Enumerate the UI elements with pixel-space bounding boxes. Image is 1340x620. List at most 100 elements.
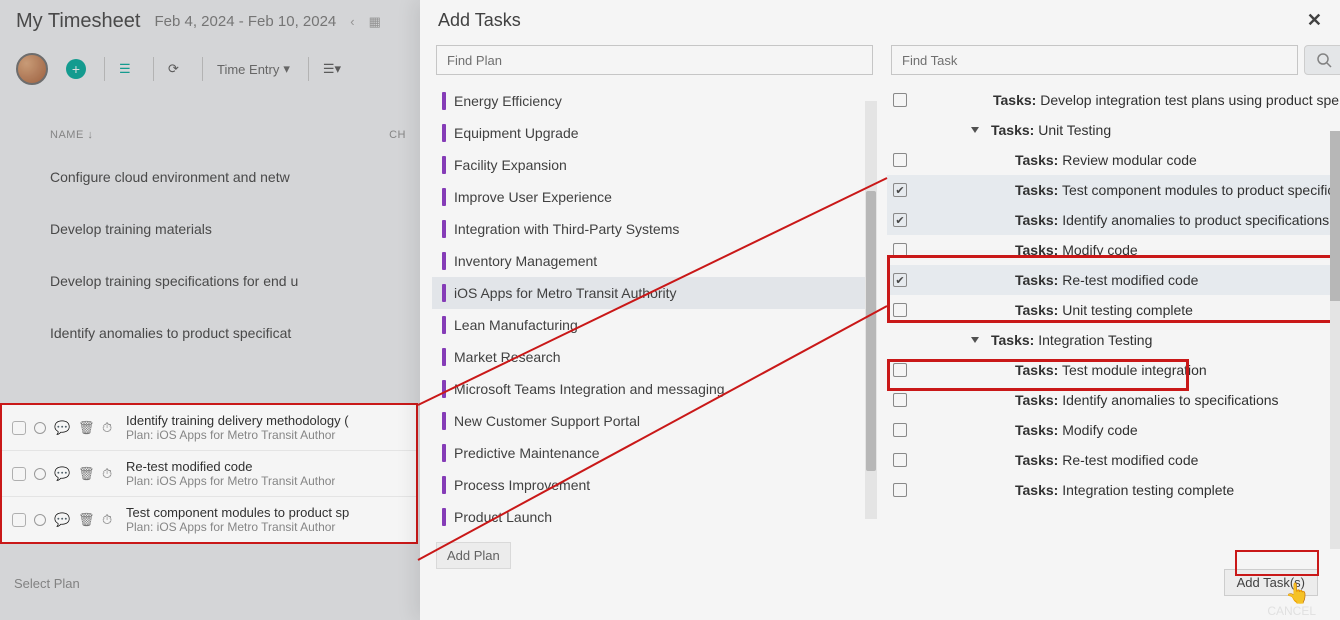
tasks-pane: Tasks: Develop integration test plans us… <box>887 41 1340 569</box>
timesheet-row[interactable]: Develop training specifications for end … <box>14 255 406 307</box>
select-plan-label[interactable]: Select Plan <box>14 576 80 591</box>
task-row[interactable]: Tasks: Unit Testing <box>887 115 1340 145</box>
caret-down-icon[interactable] <box>971 127 979 133</box>
task-checkbox[interactable] <box>893 273 907 287</box>
scrollbar[interactable] <box>865 101 877 519</box>
plan-item[interactable]: New Customer Support Portal <box>432 405 877 437</box>
plan-color-bar <box>442 92 446 110</box>
plan-item[interactable]: Lean Manufacturing <box>432 309 877 341</box>
task-label: Tasks: Test component modules to product… <box>1015 182 1340 198</box>
date-range: Feb 4, 2024 - Feb 10, 2024 <box>154 13 336 30</box>
search-button[interactable] <box>1304 45 1340 75</box>
plan-item[interactable]: Equipment Upgrade <box>432 117 877 149</box>
task-row[interactable]: Tasks: Re-test modified code <box>887 445 1340 475</box>
caret-down-icon[interactable] <box>971 337 979 343</box>
task-checkbox[interactable] <box>893 363 907 377</box>
task-row[interactable]: Tasks: Unit testing complete <box>887 295 1340 325</box>
refresh-icon[interactable]: ⟳ <box>168 61 184 77</box>
add-button[interactable]: + <box>66 59 86 79</box>
inserted-task-row[interactable]: 💬 🗑 ⏱ Re-test modified code Plan: iOS Ap… <box>2 450 416 496</box>
timer-icon[interactable]: ⏱ <box>102 420 118 436</box>
task-checkbox[interactable] <box>893 243 907 257</box>
plan-item[interactable]: Product Launch <box>432 501 877 533</box>
delete-icon[interactable]: 🗑 <box>78 512 94 528</box>
task-label: Tasks: Unit Testing <box>991 122 1111 138</box>
plan-label: Market Research <box>454 349 561 365</box>
timesheet-row[interactable]: Configure cloud environment and netw <box>14 151 406 203</box>
inserted-task-row[interactable]: 💬 🗑 ⏱ Identify training delivery methodo… <box>2 405 416 450</box>
plan-item[interactable]: Predictive Maintenance <box>432 437 877 469</box>
calendar-icon[interactable]: ▦ <box>369 14 381 30</box>
plan-color-bar <box>442 348 446 366</box>
find-plan-input[interactable] <box>436 45 873 75</box>
find-task-input[interactable] <box>891 45 1298 75</box>
time-entry-dropdown[interactable]: Time Entry ▾ <box>217 61 290 77</box>
task-checkbox[interactable] <box>893 483 907 497</box>
task-label: Tasks: Identify anomalies to product spe… <box>1015 212 1329 228</box>
task-row[interactable]: Tasks: Integration Testing <box>887 325 1340 355</box>
task-row[interactable]: Tasks: Integration testing complete <box>887 475 1340 505</box>
task-checkbox[interactable] <box>893 303 907 317</box>
comment-icon[interactable]: 💬 <box>54 466 70 482</box>
inserted-task-row[interactable]: 💬 🗑 ⏱ Test component modules to product … <box>2 496 416 542</box>
plan-item[interactable]: Microsoft Teams Integration and messagin… <box>432 373 877 405</box>
task-plan: Plan: iOS Apps for Metro Transit Author <box>126 428 349 442</box>
task-checkbox[interactable] <box>893 153 907 167</box>
task-checkbox[interactable] <box>893 423 907 437</box>
comment-icon[interactable]: 💬 <box>54 420 70 436</box>
row-checkbox[interactable] <box>12 421 26 435</box>
task-row[interactable]: Tasks: Identify anomalies to specificati… <box>887 385 1340 415</box>
task-checkbox[interactable] <box>893 393 907 407</box>
plan-item[interactable]: Energy Efficiency <box>432 85 877 117</box>
comment-icon[interactable]: 💬 <box>54 512 70 528</box>
avatar[interactable] <box>16 53 48 85</box>
task-row[interactable]: Tasks: Test module integration <box>887 355 1340 385</box>
task-checkbox[interactable] <box>893 93 907 107</box>
plan-item[interactable]: Improve User Experience <box>432 181 877 213</box>
task-checkbox[interactable] <box>893 213 907 227</box>
plan-label: Process Improvement <box>454 477 590 493</box>
task-row[interactable]: Tasks: Modify code <box>887 415 1340 445</box>
task-row[interactable]: Tasks: Review modular code <box>887 145 1340 175</box>
filter-icon[interactable]: ☰▾ <box>323 61 339 77</box>
cancel-button[interactable]: CANCEL <box>1267 604 1316 618</box>
task-label: Tasks: Integration Testing <box>991 332 1152 348</box>
row-checkbox[interactable] <box>12 513 26 527</box>
timesheet-rows: Configure cloud environment and netw Dev… <box>0 151 420 359</box>
plans-list[interactable]: Energy EfficiencyEquipment Upgrade Facili… <box>432 85 877 534</box>
row-checkbox[interactable] <box>12 467 26 481</box>
delete-icon[interactable]: 🗑 <box>78 466 94 482</box>
close-icon[interactable]: ✕ <box>1307 10 1322 31</box>
task-row[interactable]: Tasks: Modify code <box>887 235 1340 265</box>
task-title: Re-test modified code <box>126 459 335 474</box>
status-icon[interactable] <box>34 514 46 526</box>
plan-item[interactable]: iOS Apps for Metro Transit Authority <box>432 277 877 309</box>
task-row[interactable]: Tasks: Test component modules to product… <box>887 175 1340 205</box>
status-icon[interactable] <box>34 422 46 434</box>
add-plan-button[interactable]: Add Plan <box>436 542 511 569</box>
status-icon[interactable] <box>34 468 46 480</box>
tasks-list[interactable]: Tasks: Develop integration test plans us… <box>887 85 1340 569</box>
plan-item[interactable]: Facility Expansion <box>432 149 877 181</box>
task-checkbox[interactable] <box>893 183 907 197</box>
timesheet-row[interactable]: Develop training materials <box>14 203 406 255</box>
column-header-name[interactable]: NAME ↓ <box>50 129 389 141</box>
list-view-icon[interactable]: ☰ <box>119 61 135 77</box>
plan-item[interactable]: Market Research <box>432 341 877 373</box>
chevron-left-icon[interactable]: ‹ <box>350 14 354 29</box>
task-checkbox[interactable] <box>893 453 907 467</box>
plan-item[interactable]: Integration with Third-Party Systems <box>432 213 877 245</box>
task-row[interactable]: Tasks: Develop integration test plans us… <box>887 85 1340 115</box>
task-label: Tasks: Review modular code <box>1015 152 1197 168</box>
timer-icon[interactable]: ⏱ <box>102 512 118 528</box>
plan-item[interactable]: Process Improvement <box>432 469 877 501</box>
task-row[interactable]: Tasks: Re-test modified code <box>887 265 1340 295</box>
plan-label: Facility Expansion <box>454 157 567 173</box>
column-header-ch[interactable]: CH <box>389 129 406 141</box>
task-row[interactable]: Tasks: Identify anomalies to product spe… <box>887 205 1340 235</box>
timer-icon[interactable]: ⏱ <box>102 466 118 482</box>
scrollbar-thumb[interactable] <box>1330 131 1340 301</box>
plan-item[interactable]: Inventory Management <box>432 245 877 277</box>
timesheet-row[interactable]: Identify anomalies to product specificat <box>14 307 406 359</box>
delete-icon[interactable]: 🗑 <box>78 420 94 436</box>
